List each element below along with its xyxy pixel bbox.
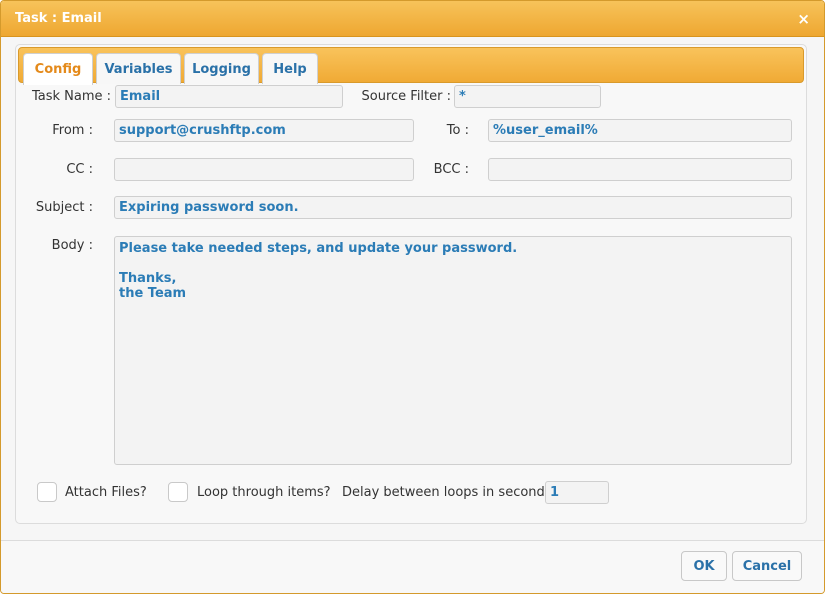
body-textarea[interactable]: Please take needed steps, and update you… bbox=[114, 236, 792, 465]
subject-label: Subject : bbox=[35, 200, 93, 215]
cc-input[interactable] bbox=[114, 158, 414, 181]
close-icon[interactable]: × bbox=[797, 11, 810, 27]
body-label: Body : bbox=[51, 238, 93, 253]
to-input[interactable] bbox=[488, 119, 792, 142]
cc-label: CC : bbox=[66, 162, 93, 177]
task-dialog: Task : Email × Config Variables Logging … bbox=[0, 0, 825, 594]
loop-items-label: Loop through items? bbox=[197, 485, 331, 500]
cancel-button[interactable]: Cancel bbox=[732, 551, 802, 581]
attach-files-label: Attach Files? bbox=[65, 485, 147, 500]
bcc-label: BCC : bbox=[433, 162, 469, 177]
dialog-footer: OK Cancel bbox=[1, 540, 824, 593]
source-filter-input[interactable] bbox=[454, 85, 601, 108]
delay-label: Delay between loops in seconds : bbox=[342, 485, 561, 500]
dialog-titlebar: Task : Email × bbox=[1, 1, 824, 37]
task-name-input[interactable] bbox=[115, 85, 343, 108]
ok-button[interactable]: OK bbox=[681, 551, 727, 581]
bcc-input[interactable] bbox=[488, 158, 792, 181]
subject-input[interactable] bbox=[114, 196, 792, 219]
to-label: To : bbox=[446, 123, 469, 138]
tab-config[interactable]: Config bbox=[23, 53, 93, 85]
loop-items-checkbox[interactable] bbox=[168, 482, 188, 502]
source-filter-label: Source Filter : bbox=[361, 89, 452, 104]
from-label: From : bbox=[52, 123, 93, 138]
from-input[interactable] bbox=[114, 119, 414, 142]
tab-logging[interactable]: Logging bbox=[184, 53, 259, 84]
tab-variables[interactable]: Variables bbox=[96, 53, 181, 84]
attach-files-checkbox[interactable] bbox=[37, 482, 57, 502]
tab-bar: Config Variables Logging Help bbox=[18, 47, 804, 85]
task-name-label: Task Name : bbox=[31, 89, 111, 104]
dialog-title: Task : Email bbox=[15, 11, 102, 26]
tab-help[interactable]: Help bbox=[262, 53, 318, 84]
delay-input[interactable] bbox=[545, 481, 609, 504]
